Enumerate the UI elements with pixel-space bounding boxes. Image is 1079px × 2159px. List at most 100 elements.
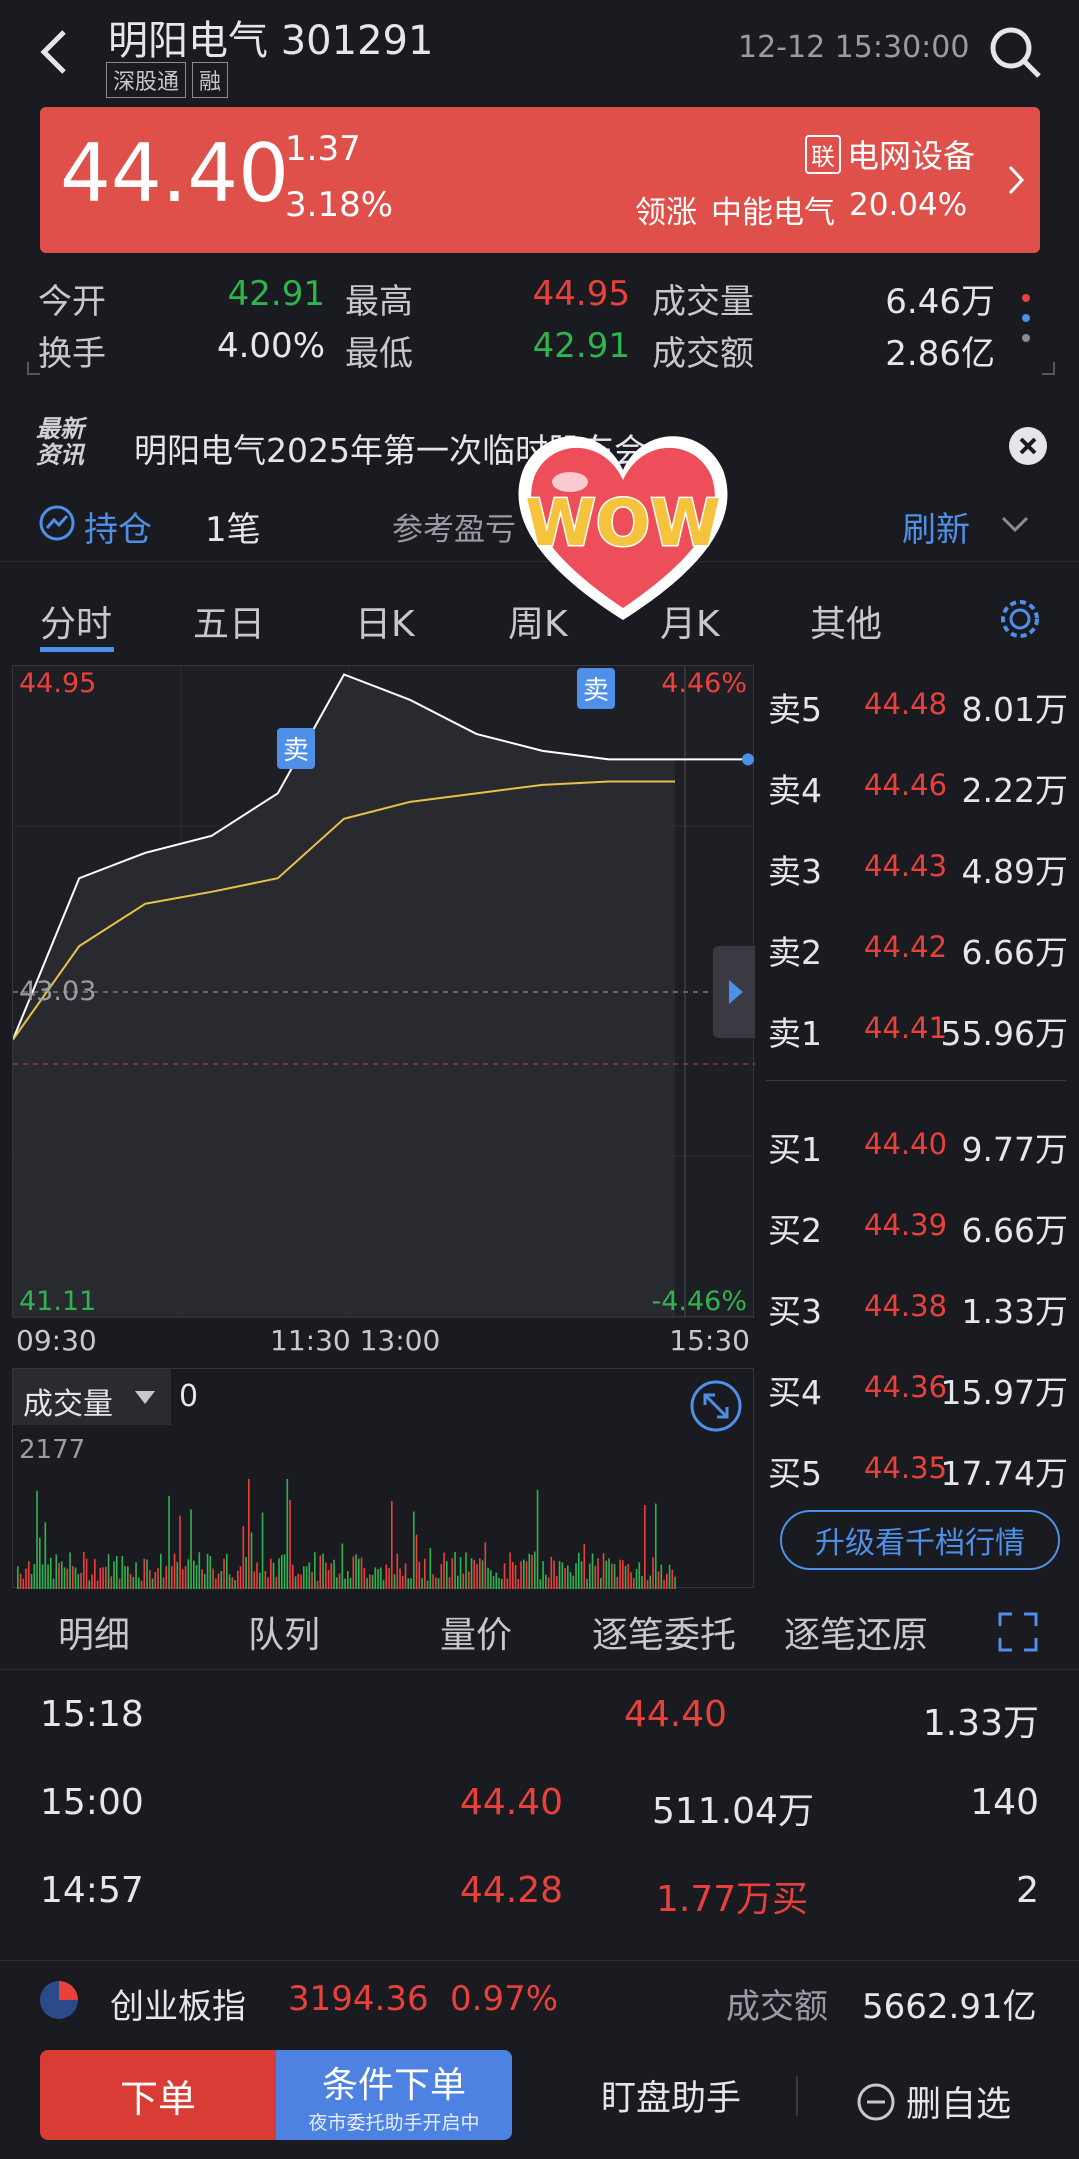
position-label[interactable]: 持仓: [84, 502, 152, 551]
bid-row[interactable]: 买4 44.36 15.97万: [768, 1366, 1068, 1416]
back-icon[interactable]: [32, 24, 76, 80]
tab-weekly-k[interactable]: 周K: [508, 595, 568, 647]
volume-bar: [41, 1564, 44, 1589]
volume-bar: [440, 1564, 443, 1589]
ask-volume: 4.89万: [961, 852, 1068, 891]
volume-selector[interactable]: 成交量: [13, 1369, 171, 1425]
volume-bar: [652, 1557, 654, 1589]
chevron-down-icon[interactable]: [1000, 514, 1030, 538]
volume-bar: [473, 1559, 476, 1589]
tab-intraday[interactable]: 分时: [40, 595, 112, 647]
ask-row[interactable]: 卖4 44.46 2.22万: [768, 764, 1068, 814]
volume-bar: [660, 1564, 663, 1589]
volume-bar: [635, 1568, 638, 1589]
table-row: 15:18 44.40 1.33万: [0, 1670, 1079, 1758]
ask-row[interactable]: 卖1 44.41 55.96万: [768, 1007, 1068, 1057]
sector-name[interactable]: 电网设备: [847, 131, 975, 177]
expand-icon[interactable]: [996, 1610, 1040, 1658]
volume-bar: [583, 1544, 586, 1589]
sell-marker[interactable]: 卖: [277, 728, 316, 769]
leader-name: 中能电气: [711, 195, 835, 231]
bid-row[interactable]: 买1 44.40 9.77万: [768, 1123, 1068, 1173]
bid-row[interactable]: 买5 44.35 17.74万: [768, 1447, 1068, 1497]
refresh-button[interactable]: 刷新: [902, 502, 970, 551]
bid-volume: 6.66万: [961, 1211, 1068, 1250]
tag-margin: 融: [192, 62, 229, 98]
ask-level: 卖5: [768, 690, 822, 729]
volume-bar: [69, 1552, 71, 1589]
fullscreen-arrows-icon[interactable]: [689, 1379, 743, 1437]
volume-bar: [107, 1554, 110, 1589]
ask-row[interactable]: 卖2 44.42 6.66万: [768, 926, 1068, 976]
volume-bar: [25, 1568, 27, 1589]
volume-bar: [52, 1578, 55, 1589]
trade-count: 140: [970, 1782, 1039, 1823]
volume-bar: [374, 1567, 377, 1589]
volume-bar: [371, 1574, 374, 1589]
volume-bar: [39, 1537, 41, 1589]
volume-bar: [138, 1577, 140, 1589]
bid-row[interactable]: 买2 44.39 6.66万: [768, 1204, 1068, 1254]
open-value: 42.91: [227, 274, 325, 314]
leader-pct: 20.04%: [849, 187, 968, 223]
bid-row[interactable]: 买3 44.38 1.33万: [768, 1285, 1068, 1335]
news-badge: 最新 资讯: [36, 415, 84, 469]
divider: [796, 2076, 798, 2116]
volume-bar: [613, 1563, 616, 1589]
index-bar[interactable]: 创业板指 3194.36 0.97% 成交额 5662.91亿: [0, 1960, 1079, 2040]
volume-bar: [589, 1563, 591, 1589]
volume-bar: [336, 1577, 338, 1589]
volume-bar: [220, 1571, 223, 1589]
volume-bar: [644, 1504, 646, 1589]
volume-bar: [204, 1574, 206, 1589]
place-order-button[interactable]: 下单: [40, 2050, 276, 2140]
volume-bar: [187, 1559, 190, 1589]
price-banner[interactable]: 44.40 1.37 3.18% 联 电网设备 领涨 中能电气 20.04%: [40, 107, 1040, 253]
volume-bar: [270, 1558, 272, 1589]
volume-bar: [231, 1577, 234, 1589]
upgrade-orderbook-button[interactable]: 升级看千档行情: [780, 1510, 1060, 1570]
volume-bar: [616, 1576, 619, 1589]
tab-queue[interactable]: 队列: [248, 1606, 320, 1658]
tab-tick-restore[interactable]: 逐笔还原: [784, 1606, 928, 1658]
volume-bar: [520, 1561, 522, 1589]
volume-bar: [553, 1560, 555, 1589]
trade-volume: 1.33万: [922, 1703, 1039, 1744]
volume-bar: [512, 1562, 514, 1589]
tab-other[interactable]: 其他: [810, 595, 882, 647]
tab-volume-price[interactable]: 量价: [440, 1606, 512, 1658]
watch-assistant-button[interactable]: 盯盘助手: [556, 2050, 786, 2140]
open-label: 今开: [38, 282, 106, 322]
volume-bar: [509, 1552, 511, 1589]
volume-bar: [597, 1558, 599, 1589]
tab-5day[interactable]: 五日: [193, 595, 265, 647]
expand-orderbook-handle[interactable]: [713, 946, 755, 1038]
volume-bar: [514, 1565, 517, 1589]
ask-row[interactable]: 卖5 44.48 8.01万: [768, 683, 1068, 733]
close-icon[interactable]: [1008, 426, 1048, 466]
tab-monthly-k[interactable]: 月K: [660, 595, 720, 647]
volume-bar: [347, 1571, 349, 1589]
volume-bar: [671, 1569, 674, 1589]
conditional-order-button[interactable]: 条件下单 夜市委托助手开启中: [276, 2050, 512, 2140]
ask-row[interactable]: 卖3 44.43 4.89万: [768, 845, 1068, 895]
volume-bar: [77, 1573, 80, 1589]
volume-bar: [242, 1526, 245, 1589]
tab-daily-k[interactable]: 日K: [355, 595, 415, 647]
trade-time: 15:18: [40, 1694, 144, 1735]
tab-tick-orders[interactable]: 逐笔委托: [592, 1606, 736, 1658]
volume-bar: [564, 1568, 566, 1589]
x-label-close: 15:30: [669, 1324, 750, 1357]
trade-detail-list: 15:18 44.40 1.33万 15:00 44.40 511.04万 14…: [0, 1670, 1079, 1940]
volume-bar: [465, 1552, 467, 1589]
sell-marker[interactable]: 卖: [577, 668, 616, 709]
settings-gear-icon[interactable]: [996, 595, 1044, 647]
remove-watchlist-button[interactable]: 删自选: [856, 2076, 1011, 2127]
more-dots-icon[interactable]: [1016, 290, 1036, 350]
trade-count: 2: [1016, 1870, 1039, 1911]
search-icon[interactable]: [985, 22, 1045, 82]
intraday-svg: [13, 666, 755, 1318]
intraday-chart[interactable]: 44.95 43.03 41.11 4.46% -4.46% 卖 卖: [12, 665, 755, 1318]
index-logo-icon: [38, 1979, 80, 2025]
tab-detail[interactable]: 明细: [58, 1606, 130, 1658]
